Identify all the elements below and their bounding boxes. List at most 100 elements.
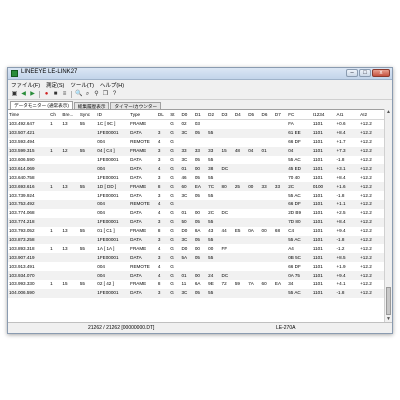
menu-file[interactable]: ファイル(F) [11, 81, 40, 89]
table-cell [193, 137, 208, 147]
table-cell [78, 208, 97, 218]
table-cell: +12.2 [359, 191, 386, 201]
table-row[interactable]: 103.606.590 1FE00001 DATA 3 G 3C 05 55 55 AC 1101… [8, 155, 386, 165]
tab-timer-counter[interactable]: タイマー/カウンター [110, 102, 162, 109]
table-cell: 1101 [311, 226, 336, 236]
table-cell [273, 173, 288, 183]
table-cell [260, 137, 274, 147]
column-header[interactable]: Ch [49, 110, 62, 120]
table-cell: 1101 [311, 191, 336, 201]
help-icon[interactable]: ? [111, 91, 118, 98]
table-row[interactable]: 103.614.069 004 DATA 4 G 01 00 38 DC 45 ED 1101 +3.… [8, 164, 386, 174]
table-cell [49, 288, 62, 298]
column-header[interactable]: D2 [207, 110, 221, 120]
table-row[interactable]: 103.913.491 004 REMOTE 4 G 66 DF 1101 +1.9 +12.2 [8, 262, 386, 272]
table-cell: 1 [49, 182, 62, 192]
table-cell [273, 191, 288, 201]
column-header[interactable]: St [169, 110, 181, 120]
table-cell [273, 128, 288, 138]
list-icon[interactable]: ≡ [61, 91, 68, 98]
maximize-button[interactable]: □ [359, 69, 371, 77]
tab-history[interactable]: 総集履歴表示 [73, 102, 110, 109]
column-header[interactable]: D3 [220, 110, 234, 120]
table-row[interactable]: 103.593.494 004 REMOTE 4 G 66 DF 1101 +1.7 +12.2 [8, 137, 386, 147]
table-cell: 61 EE [287, 128, 312, 138]
column-header[interactable]: D0 [180, 110, 194, 120]
table-cell: 01 [260, 146, 274, 156]
table-cell: +8.5 [335, 253, 360, 263]
column-header[interactable]: Bre... [61, 110, 79, 120]
menu-tools[interactable]: ツール(T) [70, 81, 94, 89]
stop-icon[interactable]: ■ [52, 91, 59, 98]
column-header[interactable]: FC [287, 110, 312, 120]
table-row[interactable]: 103.907.419 1FE00001 DATA 3 G 5A 05 55 0B 5C 1101… [8, 253, 386, 263]
data-grid[interactable]: Time Ch Bre... Sync ID Type DL St D0 D1 D2 D3 D4 D5 D6… [8, 109, 386, 323]
menu-help[interactable]: ヘルプ(H) [100, 81, 124, 89]
column-header[interactable]: D1 [193, 110, 208, 120]
column-header[interactable]: D4 [233, 110, 248, 120]
table-cell: 004 [96, 137, 130, 147]
table-row[interactable]: 103.492.647 1 13 55 1C [ 9C ] FRAME G 02 03 FA 110… [8, 119, 386, 129]
back-icon[interactable]: ◀ [20, 91, 27, 98]
table-cell: REMOTE [129, 200, 157, 209]
table-cell: G [169, 280, 181, 289]
column-header[interactable]: ID [96, 110, 130, 120]
table-row[interactable]: 104.006.590 1FE00001 DATA 3 G 3C 05 55 55 AC 1101… [8, 288, 386, 298]
column-header[interactable]: D7 [273, 110, 288, 120]
column-header[interactable]: AI2 [359, 110, 386, 120]
column-header[interactable]: Type [129, 110, 157, 120]
vertical-scrollbar[interactable]: ▲ ▼ [384, 109, 392, 323]
table-cell: +12.2 [359, 119, 386, 129]
search-icon[interactable]: ⌕ [84, 91, 91, 98]
scroll-thumb[interactable] [386, 287, 391, 315]
table-row[interactable]: 103.774.218 1FE00001 DATA 3 G 50 05 55 7D 80 1101… [8, 217, 386, 227]
title-bar[interactable]: LINEEYE LE-LINK27 – □ x [8, 68, 392, 80]
table-row[interactable]: 103.599.315 1 12 55 04 [ C4 ] FRAME 3 G 33 33 33 15… [8, 146, 386, 156]
column-header[interactable]: Sync [78, 110, 97, 120]
table-cell: 103.507.421 [8, 128, 50, 138]
folder-open-icon[interactable]: ▣ [11, 91, 18, 98]
table-cell: 00 [193, 244, 208, 254]
table-cell: G [169, 226, 181, 236]
column-header[interactable]: D5 [247, 110, 261, 120]
table-cell [49, 235, 62, 245]
table-cell: 2C [207, 208, 221, 218]
column-header[interactable]: AI1 [335, 110, 360, 120]
table-cell: DATA [129, 128, 157, 138]
table-cell [233, 253, 248, 263]
table-cell [220, 173, 234, 183]
table-row[interactable]: 103.753.492 004 REMOTE 4 G 66 DF 1101 +1.1 +12.2 [8, 200, 386, 209]
scroll-up-icon[interactable]: ▲ [385, 109, 392, 116]
table-row[interactable]: 103.893.318 1 13 55 1A [ 1A ] FRAME 4 G D0 00 00 FF… [8, 244, 386, 254]
table-row[interactable]: 103.507.421 1FE00001 DATA 3 G 3C 05 55 61 EE 1101… [8, 128, 386, 138]
table-row[interactable]: 103.934.070 004 DATA 4 G 01 00 24 DC 0A 75 1101 +9.… [8, 271, 386, 281]
column-header[interactable]: D6 [260, 110, 274, 120]
table-row[interactable]: 103.993.330 1 15 55 02 [ 42 ] FRAME 8 G 11 6A 9E 72… [8, 280, 386, 289]
table-cell [220, 253, 234, 263]
column-header[interactable]: Time [8, 110, 50, 120]
zoom-icon[interactable]: 🔍 [75, 91, 82, 98]
table-row[interactable]: 103.693.616 1 13 55 1D [ DD ] FRAME 8 G 60 EA 7C 80… [8, 182, 386, 192]
column-header[interactable]: DL [156, 110, 170, 120]
table-row[interactable]: 103.739.924 1FE00001 DATA 3 G 3C 05 55 55 AC 1101… [8, 191, 386, 201]
table-cell: 9E [207, 280, 221, 289]
filter-icon[interactable]: ⚲ [93, 91, 100, 98]
menu-measure[interactable]: 測定(S) [46, 81, 64, 89]
table-cell: 3 [156, 217, 170, 227]
forward-icon[interactable]: ▶ [29, 91, 36, 98]
table-row[interactable]: 103.873.258 1FE00001 DATA 3 G 3C 05 55 55 AC 1101… [8, 235, 386, 245]
tab-data-monitor[interactable]: データモニター (通常表示) [10, 101, 73, 109]
table-cell: FF [220, 244, 234, 254]
minimize-button[interactable]: – [346, 69, 358, 77]
table-row[interactable]: 103.793.052 1 13 55 01 [ C1 ] FRAME 8 G D0 8A 43 44… [8, 226, 386, 236]
table-cell: 103.593.494 [8, 137, 50, 147]
copy-icon[interactable]: ❐ [102, 91, 109, 98]
close-button[interactable]: x [372, 69, 390, 77]
column-header[interactable]: I1234 [311, 110, 336, 120]
table-cell: FRAME [129, 146, 157, 156]
record-icon[interactable]: ● [43, 91, 50, 98]
table-row[interactable]: 103.640.758 1FE00001 DATA 3 G 46 05 55 70 40 1101… [8, 173, 386, 183]
table-cell: 1101 [311, 119, 336, 129]
table-row[interactable]: 103.774.068 004 DATA 4 G 01 00 2C DC 2D B9 1101 +2.… [8, 208, 386, 218]
table-cell: 55 [207, 288, 221, 298]
